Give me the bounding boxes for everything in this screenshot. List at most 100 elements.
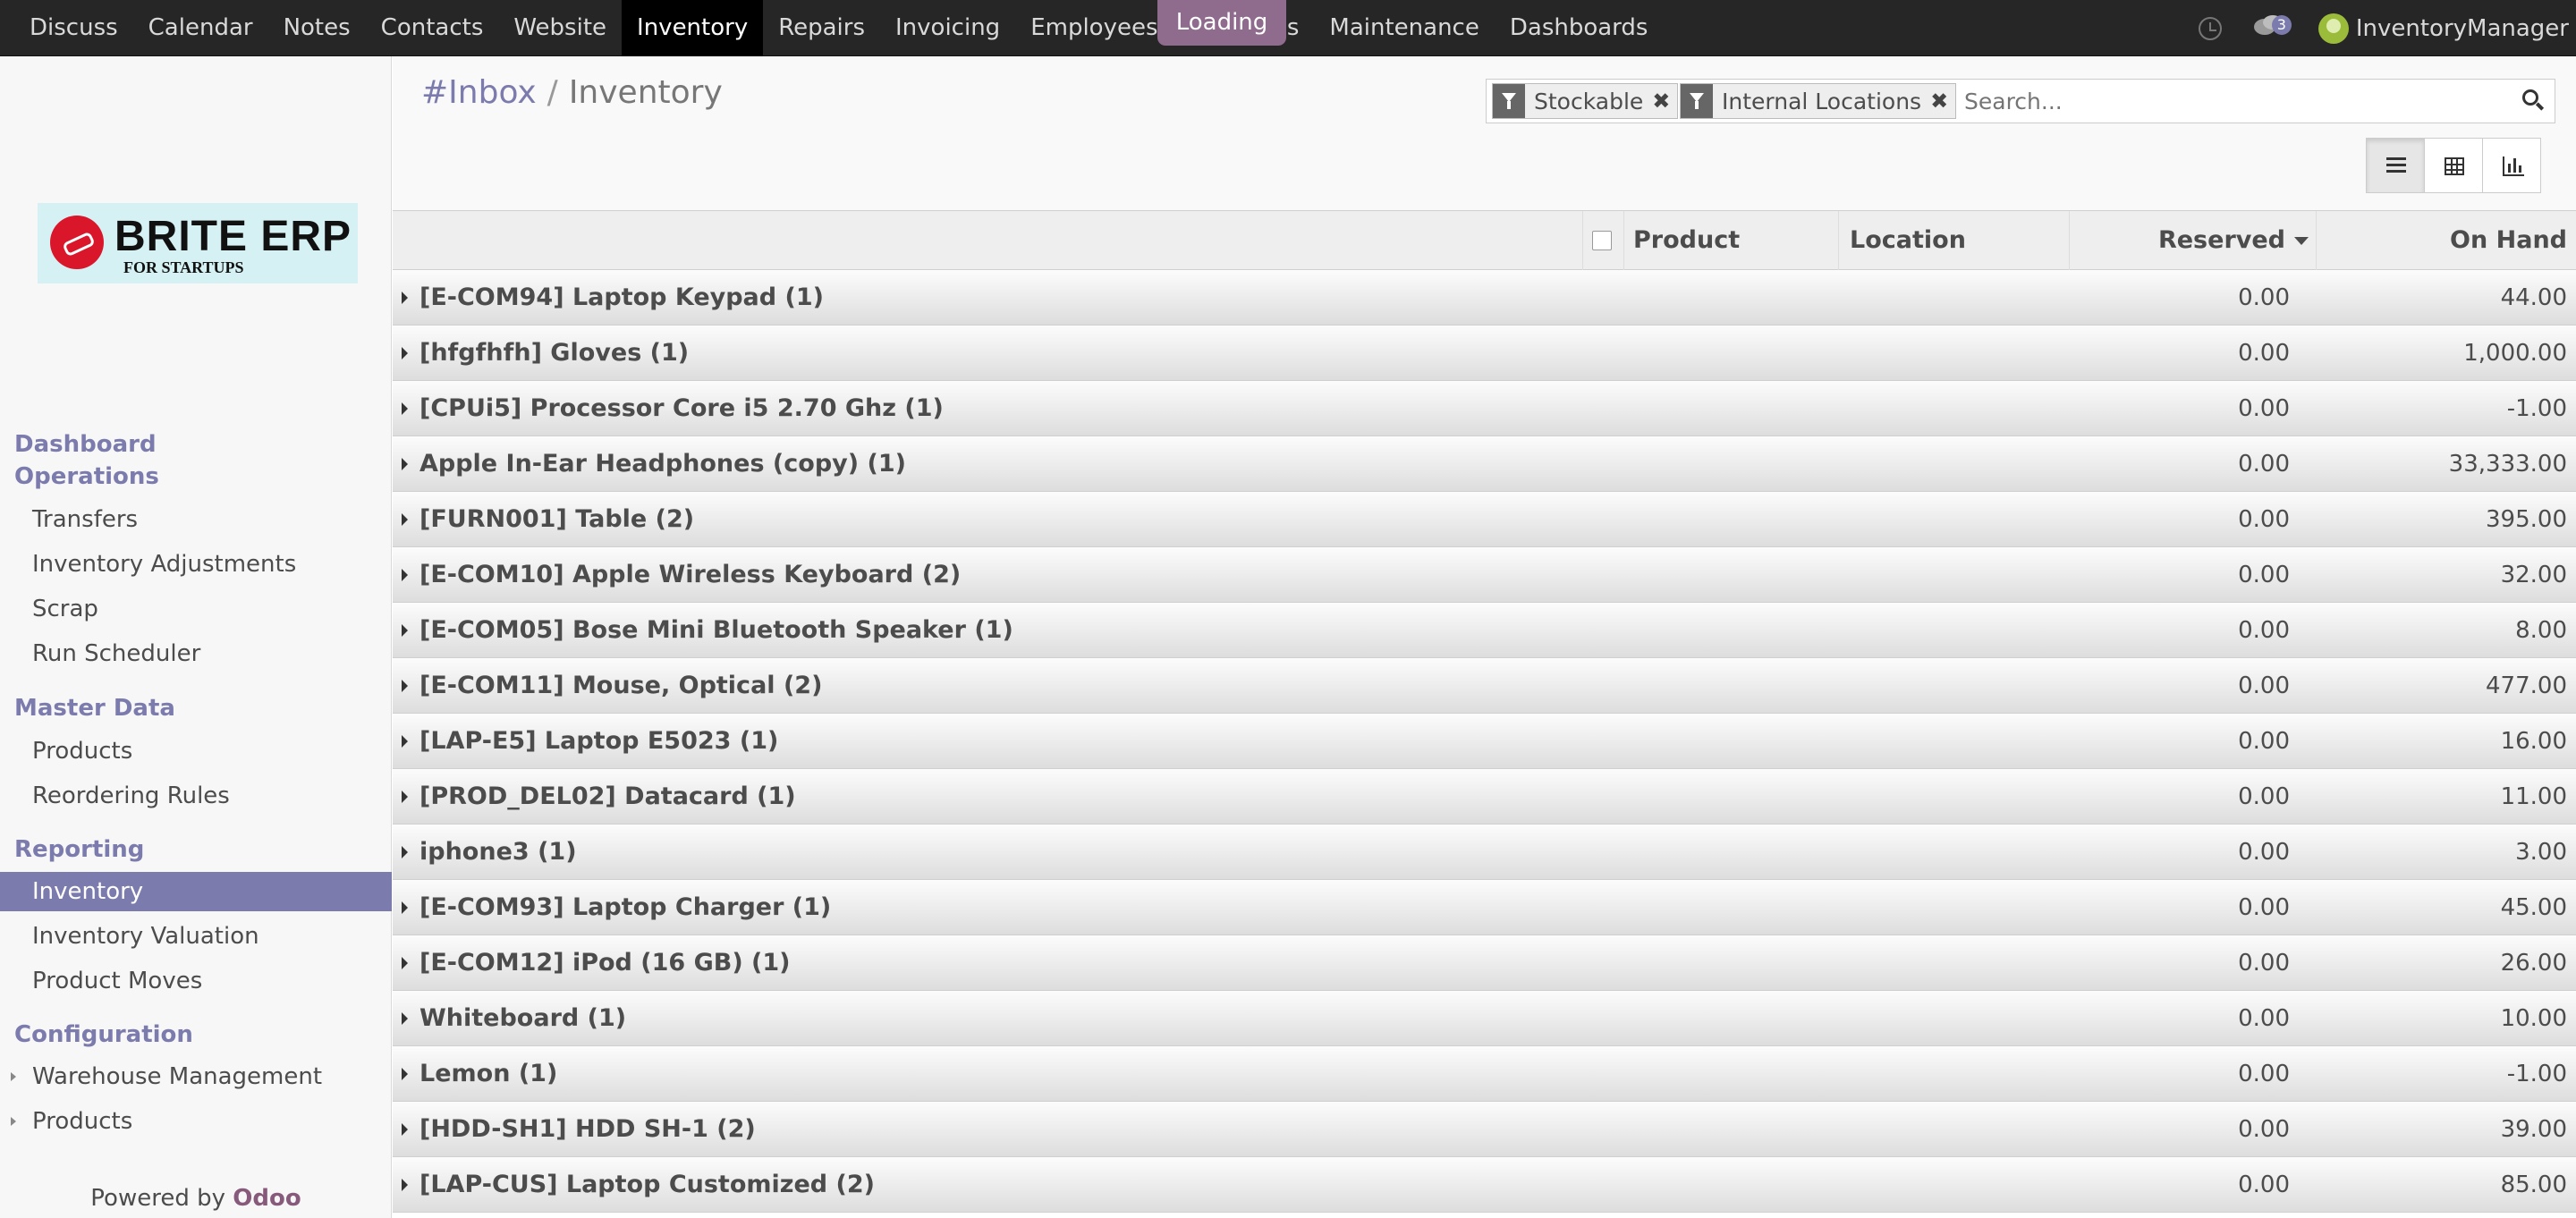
group-name: [E-COM05] Bose Mini Bluetooth Speaker (1… — [419, 616, 1013, 644]
menu-repairs[interactable]: Repairs — [763, 0, 880, 56]
breadcrumb-inbox[interactable]: #Inbox — [421, 74, 537, 111]
on-hand-value: 85.00 — [2500, 1171, 2567, 1198]
reserved-value: 0.00 — [2238, 506, 2290, 533]
column-location[interactable]: Location — [1838, 211, 2069, 270]
facet-remove-icon[interactable]: ✖ — [1652, 89, 1677, 114]
chat-icon[interactable]: 3 — [2253, 14, 2292, 42]
table-row[interactable]: [E-COM94] Laptop Keypad (1) 0.00 44.00 — [393, 270, 2576, 326]
menu-notes[interactable]: Notes — [268, 0, 366, 56]
table-row[interactable]: [E-COM93] Laptop Charger (1) 0.00 45.00 — [393, 880, 2576, 935]
table-row[interactable]: [LAP-CUS] Laptop Customized (2) 0.00 85.00 — [393, 1157, 2576, 1213]
column-reserved-label: Reserved — [2157, 226, 2285, 254]
control-panel: #Inbox / Inventory Stockable ✖ Internal Lo… — [393, 56, 2576, 211]
on-hand-value: 10.00 — [2500, 1005, 2567, 1032]
sidebar-item-run-scheduler[interactable]: Run Scheduler — [0, 634, 392, 673]
menu-dashboards[interactable]: Dashboards — [1495, 0, 1664, 56]
column-product[interactable]: Product — [1623, 211, 1838, 270]
facet-internal-locations[interactable]: Internal Locations ✖ — [1680, 83, 1957, 119]
sidebar-item-inventory[interactable]: Inventory — [0, 872, 392, 911]
on-hand-value: 8.00 — [2515, 617, 2567, 644]
table-row[interactable]: [FURN001] Table (2) 0.00 395.00 — [393, 492, 2576, 547]
sidebar-item-products[interactable]: Products — [0, 732, 392, 771]
chat-count-badge: 3 — [2271, 14, 2292, 35]
sidebar-item-product-moves[interactable]: Product Moves — [0, 961, 392, 1001]
facet-stockable[interactable]: Stockable ✖ — [1492, 83, 1679, 119]
menu-inventory[interactable]: Inventory — [622, 0, 764, 56]
reserved-value: 0.00 — [2238, 340, 2290, 367]
menu-contacts[interactable]: Contacts — [366, 0, 499, 56]
select-all-checkbox[interactable] — [1592, 231, 1612, 250]
logo-title: BRITE ERP — [114, 213, 352, 260]
table-row[interactable]: Apple In-Ear Headphones (copy) (1) 0.00 33… — [393, 436, 2576, 492]
sidebar-item-scrap[interactable]: Scrap — [0, 589, 392, 629]
table-row[interactable]: [E-COM12] iPod (16 GB) (1) 0.00 26.00 — [393, 935, 2576, 991]
facet-label: Internal Locations — [1722, 88, 1922, 114]
table-row[interactable]: [LAP-E5] Laptop E5023 (1) 0.00 16.00 — [393, 714, 2576, 769]
group-name: Apple In-Ear Headphones (copy) (1) — [419, 450, 906, 478]
menu-maintenance[interactable]: Maintenance — [1314, 0, 1494, 56]
caret-right-icon — [402, 901, 408, 914]
group-name: [PROD_DEL02] Datacard (1) — [419, 782, 796, 810]
sidebar-item-inventory-valuation[interactable]: Inventory Valuation — [0, 917, 392, 956]
group-name: [E-COM11] Mouse, Optical (2) — [419, 672, 823, 699]
table-row[interactable]: [hfgfhfh] Gloves (1) 0.00 1,000.00 — [393, 326, 2576, 381]
table-row[interactable]: [E-COM05] Bose Mini Bluetooth Speaker (1… — [393, 603, 2576, 658]
on-hand-value: 477.00 — [2486, 672, 2567, 699]
facet-remove-icon[interactable]: ✖ — [1930, 89, 1955, 114]
logo-subtitle: FOR STARTUPS — [123, 258, 244, 276]
menu-calendar[interactable]: Calendar — [133, 0, 268, 56]
sidebar-item-reordering-rules[interactable]: Reordering Rules — [0, 776, 392, 816]
sidebar-item-config-products[interactable]: Products — [0, 1102, 392, 1141]
breadcrumb: #Inbox / Inventory — [421, 74, 723, 111]
table-row[interactable]: [CPUi5] Processor Core i5 2.70 Ghz (1) 0.… — [393, 381, 2576, 436]
on-hand-value: 395.00 — [2486, 506, 2567, 533]
caret-right-icon — [402, 292, 408, 304]
caret-right-icon — [402, 569, 408, 581]
section-dashboard[interactable]: Dashboard — [14, 428, 157, 461]
menu-website[interactable]: Website — [498, 0, 622, 56]
breadcrumb-separator: / — [547, 74, 558, 111]
app-menu: Discuss Calendar Notes Contacts Website … — [14, 0, 1663, 56]
table-row[interactable]: Lemon (1) 0.00 -1.00 — [393, 1046, 2576, 1102]
group-name: [LAP-E5] Laptop E5023 (1) — [419, 727, 779, 755]
user-avatar[interactable] — [2318, 13, 2349, 44]
table-row[interactable]: Whiteboard (1) 0.00 10.00 — [393, 991, 2576, 1046]
sidebar-item-label: Products — [32, 1108, 133, 1135]
sidebar-item-warehouse-management[interactable]: Warehouse Management — [0, 1057, 392, 1096]
group-name: [LAP-CUS] Laptop Customized (2) — [419, 1171, 875, 1198]
odoo-link[interactable]: Odoo — [233, 1185, 301, 1212]
graph-view-button[interactable] — [2482, 138, 2541, 193]
group-name: Lemon (1) — [419, 1060, 558, 1087]
table-row[interactable]: [PROD_DEL02] Datacard (1) 0.00 11.00 — [393, 769, 2576, 825]
on-hand-value: 16.00 — [2500, 728, 2567, 755]
list-view-button[interactable] — [2366, 138, 2425, 193]
search-view[interactable]: Stockable ✖ Internal Locations ✖ — [1486, 79, 2555, 123]
caret-right-icon — [402, 458, 408, 470]
on-hand-value: -1.00 — [2506, 1061, 2567, 1087]
menu-invoicing[interactable]: Invoicing — [880, 0, 1015, 56]
caret-right-icon — [11, 1072, 16, 1081]
menu-employees[interactable]: Employees — [1015, 0, 1173, 56]
company-logo[interactable]: BRITE ERP FOR STARTUPS — [38, 203, 358, 283]
table-row[interactable]: [E-COM10] Apple Wireless Keyboard (2) 0.0… — [393, 547, 2576, 603]
powered-by: Powered by Odoo — [0, 1185, 392, 1212]
caret-right-icon — [402, 680, 408, 692]
reserved-value: 0.00 — [2238, 728, 2290, 755]
filter-icon — [1681, 84, 1713, 118]
sidebar-item-transfers[interactable]: Transfers — [0, 500, 392, 539]
user-menu[interactable]: InventoryManager — [2356, 15, 2569, 42]
activity-clock-icon[interactable] — [2198, 16, 2222, 40]
on-hand-value: 11.00 — [2500, 783, 2567, 810]
pivot-view-button[interactable] — [2424, 138, 2483, 193]
search-icon[interactable] — [2522, 89, 2545, 111]
section-reporting: Reporting — [14, 836, 145, 863]
table-row[interactable]: [HDD-SH1] HDD SH-1 (2) 0.00 39.00 — [393, 1102, 2576, 1157]
table-row[interactable]: [E-COM11] Mouse, Optical (2) 0.00 477.00 — [393, 658, 2576, 714]
search-input[interactable] — [1964, 85, 2483, 117]
menu-discuss[interactable]: Discuss — [14, 0, 133, 56]
column-reserved[interactable]: Reserved — [2069, 211, 2316, 270]
column-on-hand[interactable]: On Hand — [2316, 211, 2576, 270]
table-row[interactable]: iphone3 (1) 0.00 3.00 — [393, 825, 2576, 880]
reserved-value: 0.00 — [2238, 1116, 2290, 1143]
sidebar-item-inventory-adjustments[interactable]: Inventory Adjustments — [0, 545, 392, 584]
